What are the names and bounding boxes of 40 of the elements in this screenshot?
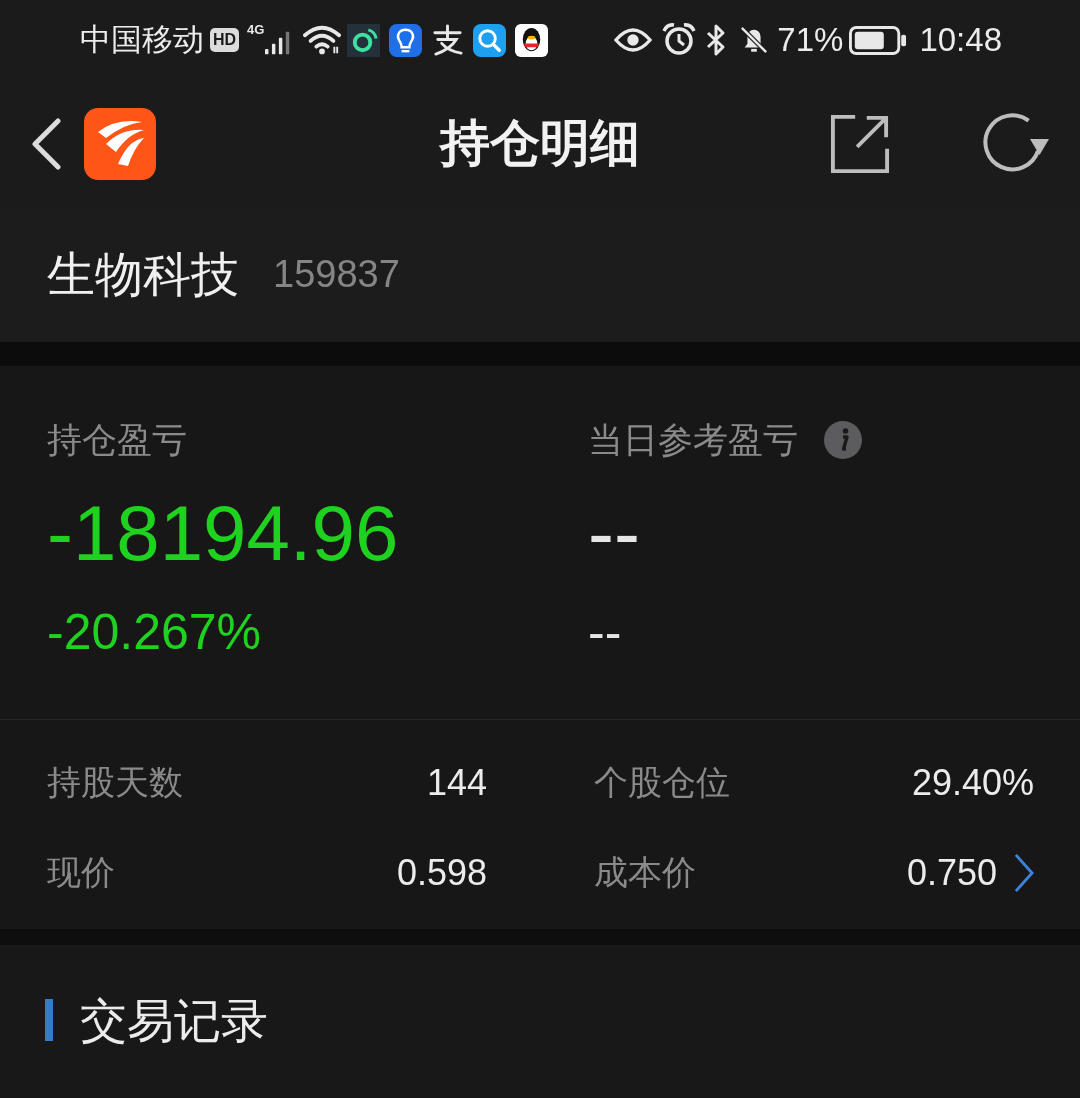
clock-time: 10:48 bbox=[919, 21, 1002, 59]
battery-icon bbox=[849, 25, 908, 55]
stat-value: 29.40% bbox=[911, 762, 1034, 804]
profit-loss-label: 当日参考盈亏 bbox=[588, 418, 798, 461]
stat-value: 144 bbox=[426, 762, 487, 804]
chevron-right-icon[interactable] bbox=[1013, 853, 1034, 893]
stock-name: 生物科技 bbox=[47, 246, 239, 303]
stat-value: 0.598 bbox=[396, 852, 487, 894]
stat-label: 成本价 bbox=[594, 852, 696, 893]
profit-loss-percentage: -- bbox=[588, 603, 623, 662]
wifi-icon bbox=[303, 25, 342, 55]
profit-loss-amount: -- bbox=[588, 488, 641, 578]
battery-percentage: 71% bbox=[777, 21, 844, 59]
character-app-icon bbox=[431, 23, 465, 57]
profit-loss-amount: -18194.96 bbox=[47, 488, 400, 578]
stat-label: 个股仓位 bbox=[594, 762, 730, 803]
page-title: 持仓明细 bbox=[440, 114, 640, 173]
alarm-clock-icon bbox=[662, 23, 697, 57]
profit-loss-percentage: -20.267% bbox=[47, 603, 263, 662]
muted-bell-icon bbox=[739, 25, 770, 55]
app-logo-icon bbox=[84, 107, 156, 180]
carrier-name: 中国移动 bbox=[80, 21, 204, 59]
section-title: 交易记录 bbox=[80, 997, 268, 1045]
back-icon[interactable] bbox=[30, 117, 62, 170]
share-icon[interactable] bbox=[830, 113, 890, 174]
info-icon[interactable] bbox=[824, 421, 862, 459]
section-accent-bar bbox=[45, 999, 53, 1041]
network-type-label: 4G bbox=[247, 22, 265, 37]
search-app-icon bbox=[473, 23, 507, 57]
ring-app-icon bbox=[347, 23, 381, 57]
signal-icon bbox=[265, 31, 292, 55]
eye-icon bbox=[614, 27, 653, 53]
stat-label: 持股天数 bbox=[47, 762, 183, 803]
lightbulb-app-icon bbox=[389, 23, 423, 57]
stat-value: 0.750 bbox=[906, 852, 997, 894]
stat-label: 现价 bbox=[47, 852, 115, 893]
hd-indicator: HD bbox=[210, 28, 240, 52]
stock-code: 159837 bbox=[273, 253, 400, 296]
profit-loss-label: 持仓盈亏 bbox=[47, 418, 187, 461]
penguin-app-icon bbox=[515, 23, 549, 57]
